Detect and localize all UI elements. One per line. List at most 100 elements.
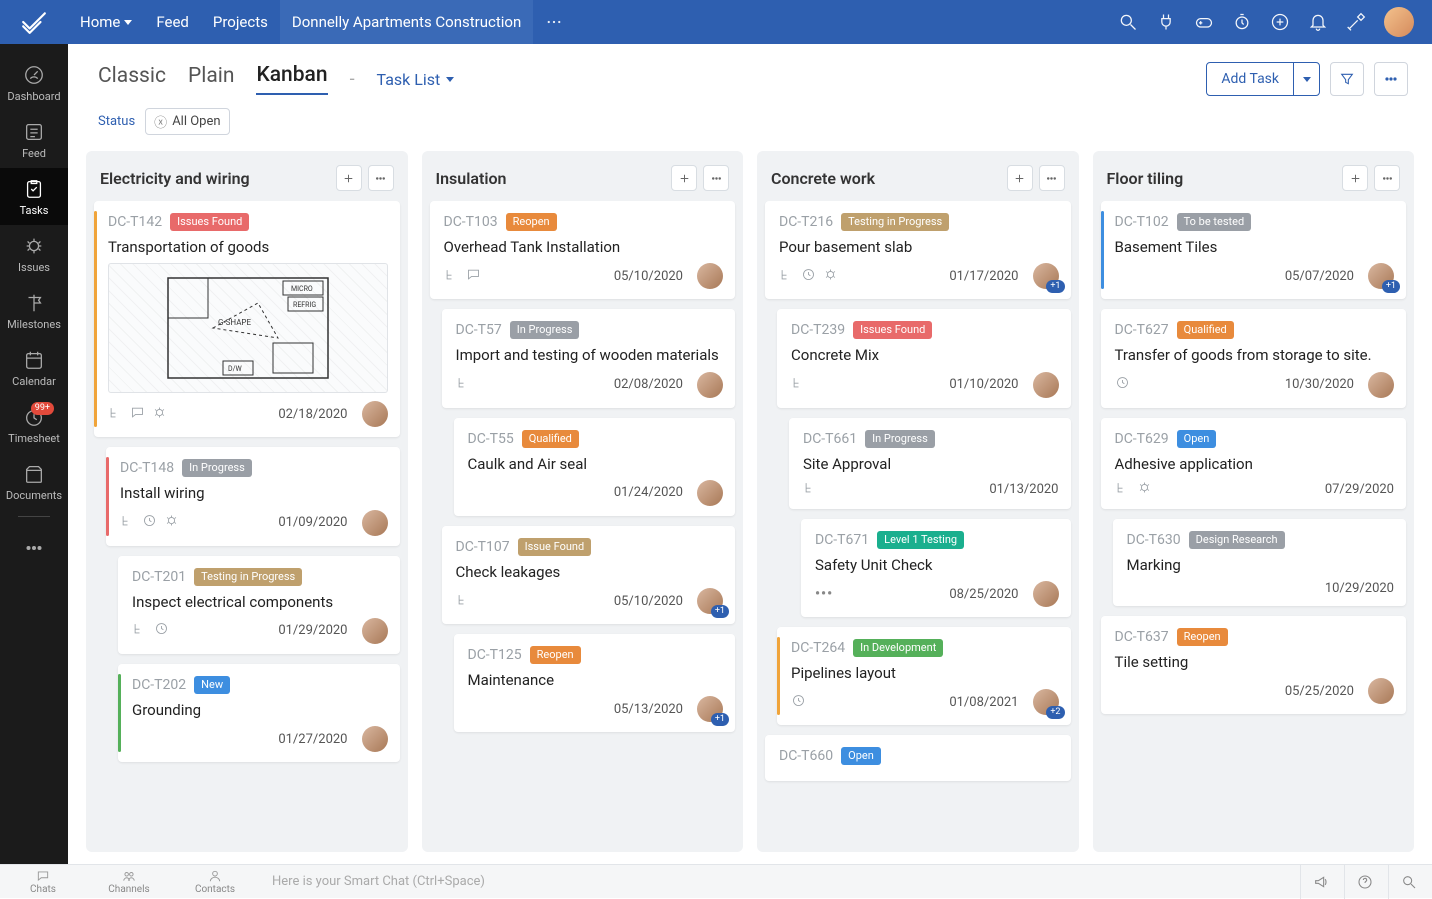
bottom-contacts[interactable]: Contacts (172, 869, 258, 895)
column-more-button[interactable] (1374, 165, 1400, 191)
sidebar-item-issues[interactable]: Issues (0, 225, 68, 282)
sidebar-item-documents[interactable]: Documents (0, 453, 68, 510)
nav-current-project[interactable]: Donnelly Apartments Construction (280, 0, 533, 44)
sidebar-item-timesheet[interactable]: 99+ Timesheet (0, 396, 68, 453)
task-card[interactable]: DC-T148 In Progress Install wiring01/09/… (106, 447, 400, 545)
bottom-channels[interactable]: Channels (86, 869, 172, 895)
task-card[interactable]: DC-T629 Open Adhesive application07/29/2… (1101, 418, 1407, 509)
view-tab-classic[interactable]: Classic (98, 64, 166, 94)
card-assignee-avatar[interactable]: +1 (697, 588, 723, 614)
nav-projects[interactable]: Projects (201, 0, 280, 44)
task-card[interactable]: DC-T627 Qualified Transfer of goods from… (1101, 309, 1407, 407)
card-assignee-avatar[interactable] (362, 401, 388, 427)
timer-icon[interactable] (1232, 12, 1252, 32)
nav-feed[interactable]: Feed (144, 0, 201, 44)
column-body[interactable]: DC-T142 Issues Found Transportation of g… (86, 201, 408, 852)
task-card[interactable]: DC-T142 Issues Found Transportation of g… (94, 201, 400, 437)
tools-icon[interactable] (1346, 12, 1366, 32)
bell-icon[interactable] (1308, 12, 1328, 32)
card-stripe (94, 211, 97, 427)
tasklist-dropdown[interactable]: Task List (377, 70, 455, 89)
card-assignee-avatar[interactable]: +1 (1033, 263, 1059, 289)
card-date: 01/24/2020 (614, 485, 683, 500)
add-task-button[interactable]: Add Task (1206, 62, 1320, 96)
more-options-button[interactable] (1374, 62, 1408, 96)
column-body[interactable]: DC-T102 To be tested Basement Tiles05/07… (1093, 201, 1415, 852)
filter-button[interactable] (1330, 62, 1364, 96)
filter-chip-all-open[interactable]: ⓧ All Open (145, 108, 229, 135)
card-assignee-avatar[interactable] (697, 480, 723, 506)
card-assignee-avatar[interactable] (697, 263, 723, 289)
nav-home[interactable]: Home (68, 0, 144, 44)
column-more-button[interactable] (368, 165, 394, 191)
user-avatar[interactable] (1384, 7, 1414, 37)
card-assignee-avatar[interactable] (362, 510, 388, 536)
plus-circle-icon[interactable] (1270, 12, 1290, 32)
task-card[interactable]: DC-T216 Testing in Progress Pour basemen… (765, 201, 1071, 299)
card-meta-icons (132, 621, 169, 640)
card-assignee-avatar[interactable] (1033, 372, 1059, 398)
task-card[interactable]: DC-T661 In Progress Site Approval01/13/2… (789, 418, 1071, 509)
card-assignee-avatar[interactable]: +1 (697, 696, 723, 722)
column-add-button[interactable] (1007, 165, 1033, 191)
view-tab-plain[interactable]: Plain (188, 64, 234, 94)
task-card[interactable]: DC-T55 Qualified Caulk and Air seal01/24… (454, 418, 736, 516)
sidebar-item-feed[interactable]: Feed (0, 111, 68, 168)
column-body[interactable]: DC-T103 Reopen Overhead Tank Installatio… (422, 201, 744, 852)
card-assignee-avatar[interactable] (362, 726, 388, 752)
card-assignee-avatar[interactable] (697, 372, 723, 398)
task-card[interactable]: DC-T660 Open (765, 735, 1071, 781)
task-card[interactable]: DC-T671 Level 1 Testing Safety Unit Chec… (801, 519, 1071, 617)
card-id: DC-T57 (456, 322, 502, 338)
bottom-chats[interactable]: Chats (0, 869, 86, 895)
announce-icon[interactable] (1300, 865, 1340, 899)
card-assignee-avatar[interactable] (1033, 581, 1059, 607)
task-card[interactable]: DC-T264 In Development Pipelines layout0… (777, 627, 1071, 725)
task-card[interactable]: DC-T201 Testing in Progress Inspect elec… (118, 556, 400, 654)
sidebar-item-more[interactable] (0, 527, 68, 567)
card-footer: 01/17/2020+1 (779, 263, 1059, 289)
task-card[interactable]: DC-T107 Issue Found Check leakages05/10/… (442, 526, 736, 624)
app-logo[interactable] (0, 0, 68, 44)
task-card[interactable]: DC-T103 Reopen Overhead Tank Installatio… (430, 201, 736, 299)
task-card[interactable]: DC-T57 In Progress Import and testing of… (442, 309, 736, 407)
card-assignee-avatar[interactable]: +1 (1368, 263, 1394, 289)
card-assignee-avatar[interactable]: +2 (1033, 689, 1059, 715)
card-assignee-avatar[interactable] (362, 618, 388, 644)
sidebar-item-tasks[interactable]: Tasks (0, 168, 68, 225)
task-card[interactable]: DC-T125 Reopen Maintenance05/13/2020+1 (454, 634, 736, 732)
sidebar-item-milestones[interactable]: Milestones (0, 282, 68, 339)
task-card[interactable]: DC-T630 Design Research Marking10/29/202… (1113, 519, 1407, 606)
task-card[interactable]: DC-T202 New Grounding01/27/2020 (118, 664, 400, 762)
smart-chat-input[interactable]: Here is your Smart Chat (Ctrl+Space) (258, 874, 1300, 889)
svg-text:MICRO: MICRO (291, 285, 313, 293)
card-footer: 02/08/2020 (456, 372, 724, 398)
card-status-tag: Reopen (1177, 628, 1228, 646)
column-more-button[interactable] (703, 165, 729, 191)
task-card[interactable]: DC-T637 Reopen Tile setting05/25/2020 (1101, 616, 1407, 714)
card-title: Inspect electrical components (132, 592, 388, 612)
bottom-search-icon[interactable] (1388, 865, 1428, 899)
gamepad-icon[interactable] (1194, 12, 1214, 32)
search-icon[interactable] (1118, 12, 1138, 32)
card-assignee-avatar[interactable] (1368, 678, 1394, 704)
sidebar-dashboard-label: Dashboard (7, 90, 60, 103)
column-body[interactable]: DC-T216 Testing in Progress Pour basemen… (757, 201, 1079, 852)
chip-close-icon[interactable]: ⓧ (154, 112, 167, 131)
card-assignee-avatar[interactable] (1368, 372, 1394, 398)
sidebar-item-calendar[interactable]: Calendar (0, 339, 68, 396)
nav-more[interactable] (533, 0, 575, 44)
column-add-button[interactable] (1342, 165, 1368, 191)
view-tab-kanban[interactable]: Kanban (256, 63, 327, 95)
help-icon[interactable] (1344, 865, 1384, 899)
status-label[interactable]: Status (98, 114, 135, 129)
add-task-dropdown[interactable] (1293, 62, 1319, 96)
card-more-icon[interactable]: ••• (815, 586, 833, 602)
plug-icon[interactable] (1156, 12, 1176, 32)
sidebar-item-dashboard[interactable]: Dashboard (0, 54, 68, 111)
column-add-button[interactable] (671, 165, 697, 191)
column-add-button[interactable] (336, 165, 362, 191)
task-card[interactable]: DC-T239 Issues Found Concrete Mix01/10/2… (777, 309, 1071, 407)
task-card[interactable]: DC-T102 To be tested Basement Tiles05/07… (1101, 201, 1407, 299)
column-more-button[interactable] (1039, 165, 1065, 191)
